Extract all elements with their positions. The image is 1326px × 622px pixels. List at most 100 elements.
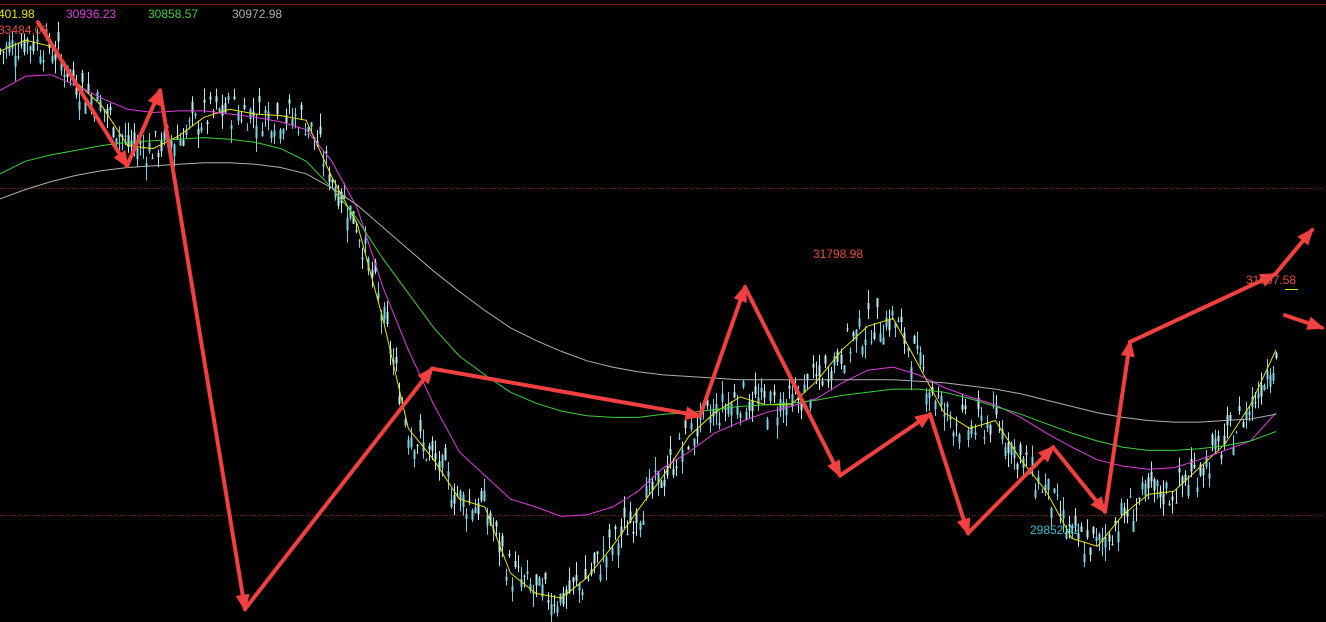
candle-body bbox=[1165, 482, 1168, 489]
candle-body bbox=[1016, 463, 1019, 470]
candle-body bbox=[221, 105, 224, 116]
candle-body bbox=[230, 125, 233, 129]
moving-average-lines bbox=[0, 39, 1277, 599]
candle-body bbox=[1108, 534, 1111, 542]
candle-body bbox=[200, 127, 203, 131]
candle-body bbox=[206, 121, 209, 125]
candle-body bbox=[733, 392, 736, 398]
candle-body bbox=[916, 344, 919, 350]
candle-body bbox=[1263, 385, 1266, 390]
candle-body bbox=[736, 406, 739, 415]
candle-body bbox=[486, 515, 489, 526]
candle-body bbox=[1089, 547, 1092, 556]
candle-body bbox=[14, 55, 17, 68]
ma-line-2 bbox=[0, 74, 1277, 517]
candle-body bbox=[596, 551, 599, 555]
candle-body bbox=[297, 132, 300, 134]
candle-body bbox=[587, 578, 590, 580]
candle-body bbox=[1260, 384, 1263, 397]
candle-body bbox=[157, 152, 160, 157]
trend-arrow bbox=[1103, 339, 1132, 514]
candle-body bbox=[556, 606, 559, 613]
candle-body bbox=[276, 103, 279, 115]
candle-body bbox=[1053, 488, 1056, 493]
candle-body bbox=[900, 317, 903, 322]
candle-body bbox=[1098, 534, 1101, 541]
candle-body bbox=[1062, 510, 1065, 519]
candle-body bbox=[855, 329, 858, 341]
candle-body bbox=[562, 592, 565, 605]
candlesticks bbox=[0, 21, 1278, 622]
candle-body bbox=[934, 401, 937, 410]
candle-body bbox=[955, 424, 958, 426]
candle-body bbox=[364, 238, 367, 244]
candle-body bbox=[989, 424, 992, 435]
candle-body bbox=[261, 131, 264, 136]
candle-body bbox=[425, 459, 428, 461]
candle-body bbox=[483, 490, 486, 501]
candle-body bbox=[1056, 494, 1059, 496]
candle-body bbox=[505, 576, 508, 581]
candle-body bbox=[1175, 502, 1178, 504]
candle-body bbox=[888, 319, 891, 331]
candle-body bbox=[815, 374, 818, 377]
trend-arrow bbox=[966, 445, 1055, 536]
candle-body bbox=[632, 531, 635, 534]
candle-body bbox=[1041, 491, 1044, 493]
candle-body bbox=[788, 385, 791, 389]
candle-body bbox=[410, 437, 413, 448]
candle-body bbox=[300, 104, 303, 110]
candle-body bbox=[1178, 468, 1181, 473]
candle-body bbox=[84, 102, 87, 114]
candle-body bbox=[983, 437, 986, 439]
candle-body bbox=[623, 507, 626, 518]
candle-body bbox=[891, 310, 894, 316]
candle-body bbox=[611, 548, 614, 555]
candle-body bbox=[995, 407, 998, 415]
candle-body bbox=[1138, 497, 1141, 500]
trend-arrow bbox=[430, 366, 702, 418]
candle-body bbox=[696, 428, 699, 437]
candle-body bbox=[508, 553, 511, 556]
candle-body bbox=[830, 371, 833, 380]
candle-body bbox=[1272, 373, 1275, 381]
candle-body bbox=[407, 439, 410, 448]
candle-body bbox=[1147, 477, 1150, 489]
candle-body bbox=[1104, 537, 1107, 548]
candle-body bbox=[785, 405, 788, 416]
kline-chart-panel[interactable]: 401.98 30936.23 30858.57 30972.98 33484.08 3… bbox=[0, 0, 1326, 622]
candle-body bbox=[669, 448, 672, 455]
candle-body bbox=[1144, 483, 1147, 496]
candle-body bbox=[919, 352, 922, 365]
price-annotation: 33484.08 bbox=[0, 23, 48, 37]
candle-body bbox=[593, 553, 596, 565]
candle-body bbox=[233, 96, 236, 100]
candle-body bbox=[1150, 471, 1153, 482]
candle-body bbox=[249, 108, 252, 119]
candle-body bbox=[1162, 493, 1165, 505]
candle-body bbox=[776, 417, 779, 426]
candle-body bbox=[1248, 411, 1251, 416]
candle-body bbox=[879, 333, 882, 342]
candle-body bbox=[173, 144, 176, 157]
candle-body bbox=[319, 126, 322, 135]
candle-body bbox=[310, 122, 313, 127]
candle-body bbox=[873, 332, 876, 339]
candle-body bbox=[773, 391, 776, 396]
candle-body bbox=[581, 591, 584, 596]
candle-body bbox=[264, 110, 267, 114]
candle-body bbox=[453, 494, 456, 504]
candle-body bbox=[602, 549, 605, 551]
candle-body bbox=[1254, 402, 1257, 404]
candle-body bbox=[779, 399, 782, 412]
candle-body bbox=[358, 240, 361, 242]
candle-body bbox=[328, 174, 331, 182]
candle-body bbox=[419, 419, 422, 432]
candle-body bbox=[416, 445, 419, 447]
candle-body bbox=[943, 414, 946, 417]
candle-body bbox=[550, 603, 553, 616]
candle-body bbox=[215, 96, 218, 103]
candle-body bbox=[824, 355, 827, 364]
candle-body bbox=[282, 129, 285, 134]
price-chart[interactable]: 401.98 30936.23 30858.57 30972.98 33484.083… bbox=[0, 0, 1326, 622]
